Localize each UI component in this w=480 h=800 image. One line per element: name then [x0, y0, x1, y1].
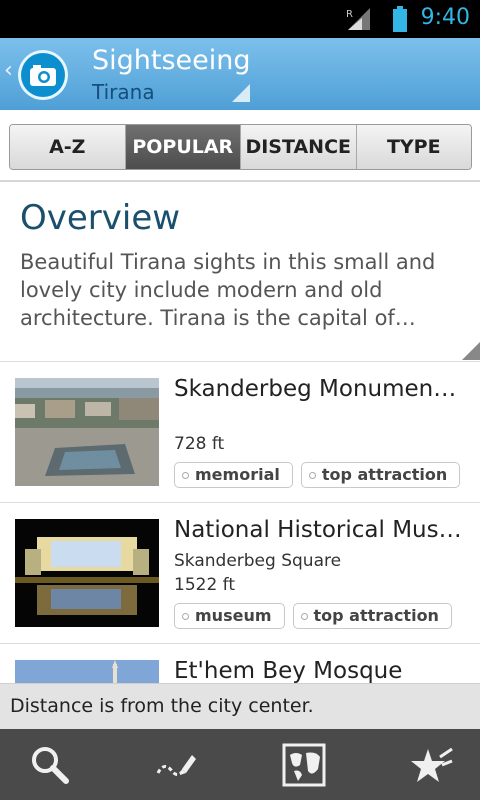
- tag[interactable]: museum: [174, 603, 285, 629]
- clock: 9:40: [420, 5, 470, 30]
- tab-distance[interactable]: DISTANCE: [240, 125, 356, 169]
- sort-tabs: A-Z POPULAR DISTANCE TYPE: [9, 124, 472, 170]
- tab-type[interactable]: TYPE: [355, 125, 471, 169]
- tag[interactable]: memorial: [174, 462, 293, 488]
- city-selector[interactable]: Tirana: [92, 80, 155, 104]
- notice-text: Distance is from the city center.: [10, 695, 314, 717]
- item-name: National Historical Muse…: [174, 517, 464, 543]
- bottom-nav: [0, 729, 480, 800]
- item-address: Skanderbeg Square: [174, 551, 342, 571]
- distance-notice: Distance is from the city center.: [0, 683, 480, 730]
- museum-photo: [15, 519, 159, 627]
- svg-text:R: R: [346, 9, 353, 20]
- item-name: Et'hem Bey Mosque: [174, 658, 403, 684]
- back-chevron-icon[interactable]: ‹: [4, 58, 13, 83]
- tag-list: memorial top attraction: [174, 462, 461, 488]
- signal-icon: R: [346, 8, 370, 30]
- divider: [0, 180, 480, 182]
- favorites-icon[interactable]: [410, 743, 454, 787]
- list-item[interactable]: National Historical Muse… Skanderbeg Squ…: [0, 502, 480, 643]
- dropdown-indicator-icon[interactable]: [232, 84, 250, 102]
- expand-corner-icon[interactable]: [462, 342, 480, 360]
- draw-route-icon[interactable]: [154, 743, 198, 787]
- action-bar: ‹ Sightseeing Tirana: [0, 38, 480, 110]
- tag[interactable]: top attraction: [300, 462, 461, 488]
- search-icon[interactable]: [28, 743, 72, 787]
- status-bar: R 9:40: [0, 0, 480, 38]
- page-title: Sightseeing: [92, 45, 251, 76]
- item-name: Skanderbeg Monument (…: [174, 376, 464, 402]
- list-item[interactable]: Skanderbeg Monument (… 728 ft memorial t…: [0, 361, 480, 502]
- battery-icon: [393, 6, 407, 32]
- overview-heading: Overview: [20, 198, 181, 238]
- item-distance: 728 ft: [174, 434, 225, 454]
- map-icon[interactable]: [282, 743, 326, 787]
- item-distance: 1522 ft: [174, 575, 236, 595]
- camera-app-icon[interactable]: [18, 50, 68, 100]
- tab-a-z[interactable]: A-Z: [10, 125, 125, 169]
- overview-text[interactable]: Beautiful Tirana sights in this small an…: [20, 248, 460, 332]
- tag[interactable]: top attraction: [292, 603, 452, 629]
- tab-popular[interactable]: POPULAR: [124, 125, 240, 169]
- monument-photo: [15, 378, 159, 486]
- tag-list: museum top attraction: [174, 603, 452, 629]
